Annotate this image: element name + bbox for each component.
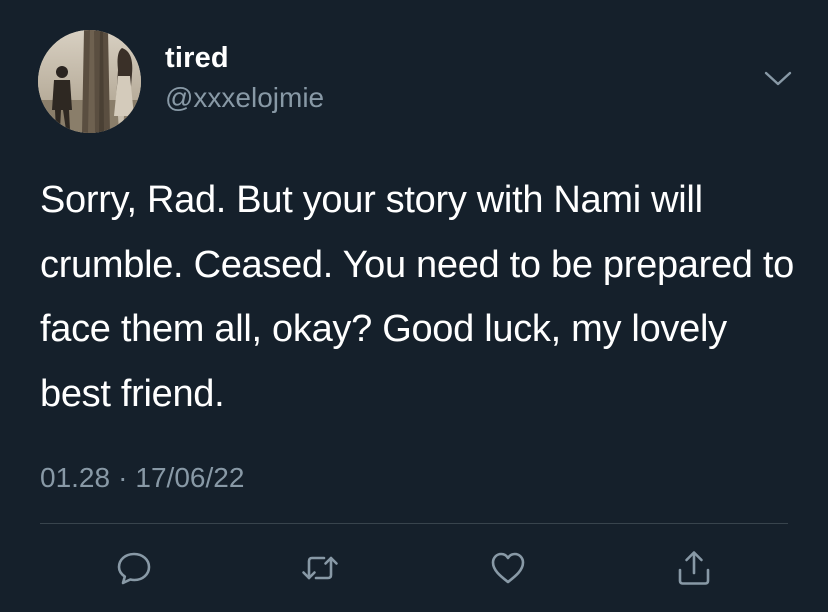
tweet-text: Sorry, Rad. But your story with Nami wil… bbox=[40, 179, 794, 415]
share-button[interactable] bbox=[674, 548, 714, 588]
retweet-button[interactable] bbox=[300, 548, 340, 588]
comment-icon bbox=[117, 552, 151, 585]
display-name[interactable]: tired bbox=[165, 42, 229, 75]
heart-icon bbox=[491, 552, 525, 584]
divider bbox=[40, 523, 788, 524]
timestamp-separator: · bbox=[118, 462, 128, 493]
avatar[interactable] bbox=[38, 30, 141, 133]
user-handle[interactable]: @xxxelojmie bbox=[165, 82, 324, 114]
retweet-icon bbox=[302, 556, 338, 580]
avatar-image bbox=[38, 30, 141, 133]
like-button[interactable] bbox=[488, 548, 528, 588]
tweet-timestamp[interactable]: 01.28 · 17/06/22 bbox=[40, 462, 244, 494]
share-icon bbox=[678, 551, 710, 585]
reply-button[interactable] bbox=[114, 548, 154, 588]
tweet-date: 17/06/22 bbox=[135, 462, 245, 493]
tweet-card: tired @xxxelojmie Sorry, Rad. But your s… bbox=[0, 0, 828, 612]
chevron-down-icon[interactable] bbox=[763, 68, 793, 90]
tweet-time: 01.28 bbox=[40, 462, 111, 493]
